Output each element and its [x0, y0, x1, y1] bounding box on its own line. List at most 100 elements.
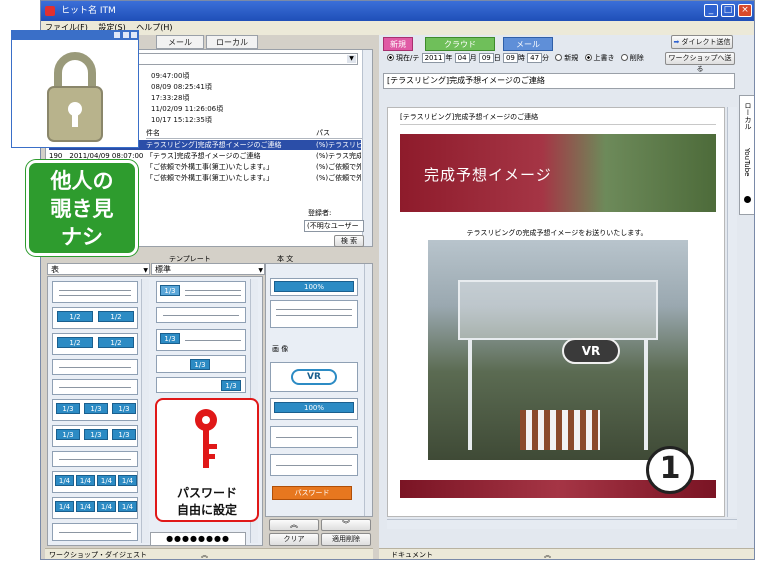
template-tile-third[interactable]: 1/3 1/3 1/3 — [52, 425, 138, 447]
chip-third: 1/3 — [56, 403, 80, 414]
apply-delete-button[interactable]: 適用削除 — [321, 533, 371, 546]
tab-cloud[interactable]: クラウド — [425, 37, 495, 51]
chip-third: 1/3 — [112, 403, 136, 414]
header-path[interactable]: パス — [316, 128, 330, 139]
list-item[interactable]: 08/09 08:25:41頃 — [151, 83, 212, 92]
tab-new[interactable]: 新規 — [383, 37, 413, 51]
tab-mail-right[interactable]: メール — [503, 37, 553, 51]
template-tile[interactable] — [52, 281, 138, 303]
scroll-up-button[interactable]: ︽ — [269, 519, 319, 531]
list-item[interactable]: 09:47:00頃 — [151, 72, 189, 81]
privacy-line1: 他人の — [50, 169, 114, 193]
parts-100-tile[interactable]: 100% — [270, 278, 358, 296]
close-button[interactable]: × — [738, 4, 752, 17]
day-field[interactable]: 09 — [478, 53, 494, 63]
list-item[interactable]: 11/02/09 11:26:06頃 — [151, 105, 223, 114]
parts-tile[interactable] — [270, 300, 358, 328]
template-tile[interactable] — [156, 307, 246, 323]
parts-100-tile[interactable]: 100% — [270, 398, 358, 420]
table-header: 件名 パス — [146, 128, 366, 139]
row-path: (%)テラスリビン — [316, 141, 361, 149]
chevron-down-icon: ▼ — [258, 267, 263, 274]
user-label: 登録者: — [308, 209, 332, 217]
arrow-right-icon: ➡ — [673, 38, 680, 46]
tab-mail[interactable]: メール — [156, 35, 204, 49]
template-tile[interactable]: 1/3 — [156, 377, 246, 393]
chip-quarter: 1/4 — [118, 501, 137, 512]
record-icon[interactable] — [744, 196, 751, 203]
side-tab-bar: ローカル YouTube — [739, 95, 754, 215]
current-radio[interactable] — [387, 54, 394, 61]
template-tile[interactable]: 1/3 — [156, 355, 246, 373]
template-tile-quarter[interactable]: 1/4 1/4 1/4 1/4 — [52, 497, 138, 519]
new-radio[interactable] — [555, 54, 563, 61]
tab-local[interactable]: ローカル — [206, 35, 258, 49]
workshop-send-button[interactable]: ワークショップへ送る — [665, 52, 735, 73]
app-icon — [45, 6, 55, 16]
banner-title: 完成予想イメージ — [424, 166, 552, 184]
subject-field[interactable]: [テラスリビング]完成予想イメージのご連絡 — [383, 73, 735, 89]
user-select[interactable]: (不明なユーザー — [304, 220, 364, 232]
side-tab-local[interactable]: ローカル — [743, 102, 753, 130]
chip-half: 1/2 — [57, 311, 93, 322]
parts-scrollbar[interactable] — [364, 264, 372, 516]
chip-quarter: 1/4 — [97, 475, 116, 486]
template-tile[interactable] — [52, 451, 138, 467]
template-scrollbar[interactable] — [141, 279, 149, 543]
month-field[interactable]: 04 — [454, 53, 470, 63]
template-tile[interactable] — [52, 379, 138, 395]
list-item[interactable]: 10/17 15:12:35頃 — [151, 116, 212, 125]
template-tile-half[interactable]: 1/2 1/2 — [52, 333, 138, 355]
password-dots-field[interactable]: ●●●●●●●● — [150, 532, 246, 546]
privacy-badge: 他人の 覗き見 ナシ — [26, 160, 138, 256]
delete-radio[interactable] — [620, 54, 628, 61]
parts-vr-tile[interactable]: VR — [270, 362, 358, 392]
parts-tile[interactable] — [270, 454, 358, 476]
status-right-text: ドキュメント — [391, 551, 433, 559]
template-tile-third[interactable]: 1/3 1/3 1/3 — [52, 399, 138, 421]
chip-quarter: 1/4 — [55, 475, 74, 486]
row-path: (%)ご依頼で外構工 — [316, 174, 361, 182]
minimize-button[interactable]: _ — [704, 4, 718, 17]
direct-send-button[interactable]: ➡ ダイレクト送信 — [671, 35, 733, 49]
direct-send-label: ダイレクト送信 — [681, 38, 731, 46]
header-subject[interactable]: 件名 — [146, 128, 160, 139]
lock-icon — [47, 52, 103, 142]
scroll-down-button[interactable]: ︾ — [321, 519, 371, 531]
doc-scrollbar-h[interactable] — [387, 519, 737, 529]
template-tile-half[interactable]: 1/2 1/2 — [52, 307, 138, 329]
doc-scrollbar-v[interactable] — [727, 107, 737, 517]
date-label: 現在/テ — [396, 54, 420, 62]
template-style-select[interactable]: 標準 ▼ — [151, 263, 265, 275]
template-tile[interactable]: 1/3 — [156, 281, 246, 303]
template-tile[interactable]: 1/3 — [156, 329, 246, 351]
chevron-up-icon[interactable]: ︽ — [544, 549, 551, 559]
clear-button[interactable]: クリア — [269, 533, 319, 546]
doc-header-text: [テラスリビング]完成予想イメージのご連絡 — [400, 113, 539, 121]
template-tile[interactable] — [52, 359, 138, 375]
parts-tile[interactable] — [270, 426, 358, 448]
chevron-up-icon[interactable]: ︽ — [201, 549, 208, 559]
overwrite-radio[interactable] — [584, 54, 592, 61]
search-button[interactable]: 検 索 — [334, 235, 364, 247]
row-subject: 「ご依頼で外構工事(第工)いたします。」 — [146, 163, 274, 171]
template-type-select[interactable]: 表 ▼ — [47, 263, 150, 275]
status-left-text: ワークショップ・ダイジェスト — [49, 551, 147, 559]
chip-third: 1/3 — [160, 333, 180, 344]
list-scrollbar[interactable] — [362, 50, 372, 246]
side-tab-youtube[interactable]: YouTube — [743, 148, 751, 176]
maximize-button[interactable]: □ — [721, 4, 735, 17]
hour-field[interactable]: 09 — [502, 53, 518, 63]
template-tile[interactable] — [52, 523, 138, 541]
terrace-image: VR — [428, 240, 688, 460]
password-chip[interactable]: パスワード — [272, 486, 352, 500]
app-window: ヒット名 ITM _ □ × ファイル(F) 設定(S) ヘルプ(H) メール … — [40, 0, 755, 560]
year-field[interactable]: 2011 — [421, 53, 446, 63]
template-tile-quarter[interactable]: 1/4 1/4 1/4 1/4 — [52, 471, 138, 493]
menu-bar: ファイル(F) 設定(S) ヘルプ(H) — [41, 21, 754, 35]
chip-third: 1/3 — [190, 359, 210, 370]
menu-help[interactable]: ヘルプ(H) — [136, 23, 172, 32]
minute-field[interactable]: 47 — [527, 53, 543, 63]
vr-button[interactable]: VR — [562, 338, 620, 364]
list-item[interactable]: 17:33:28頃 — [151, 94, 189, 103]
